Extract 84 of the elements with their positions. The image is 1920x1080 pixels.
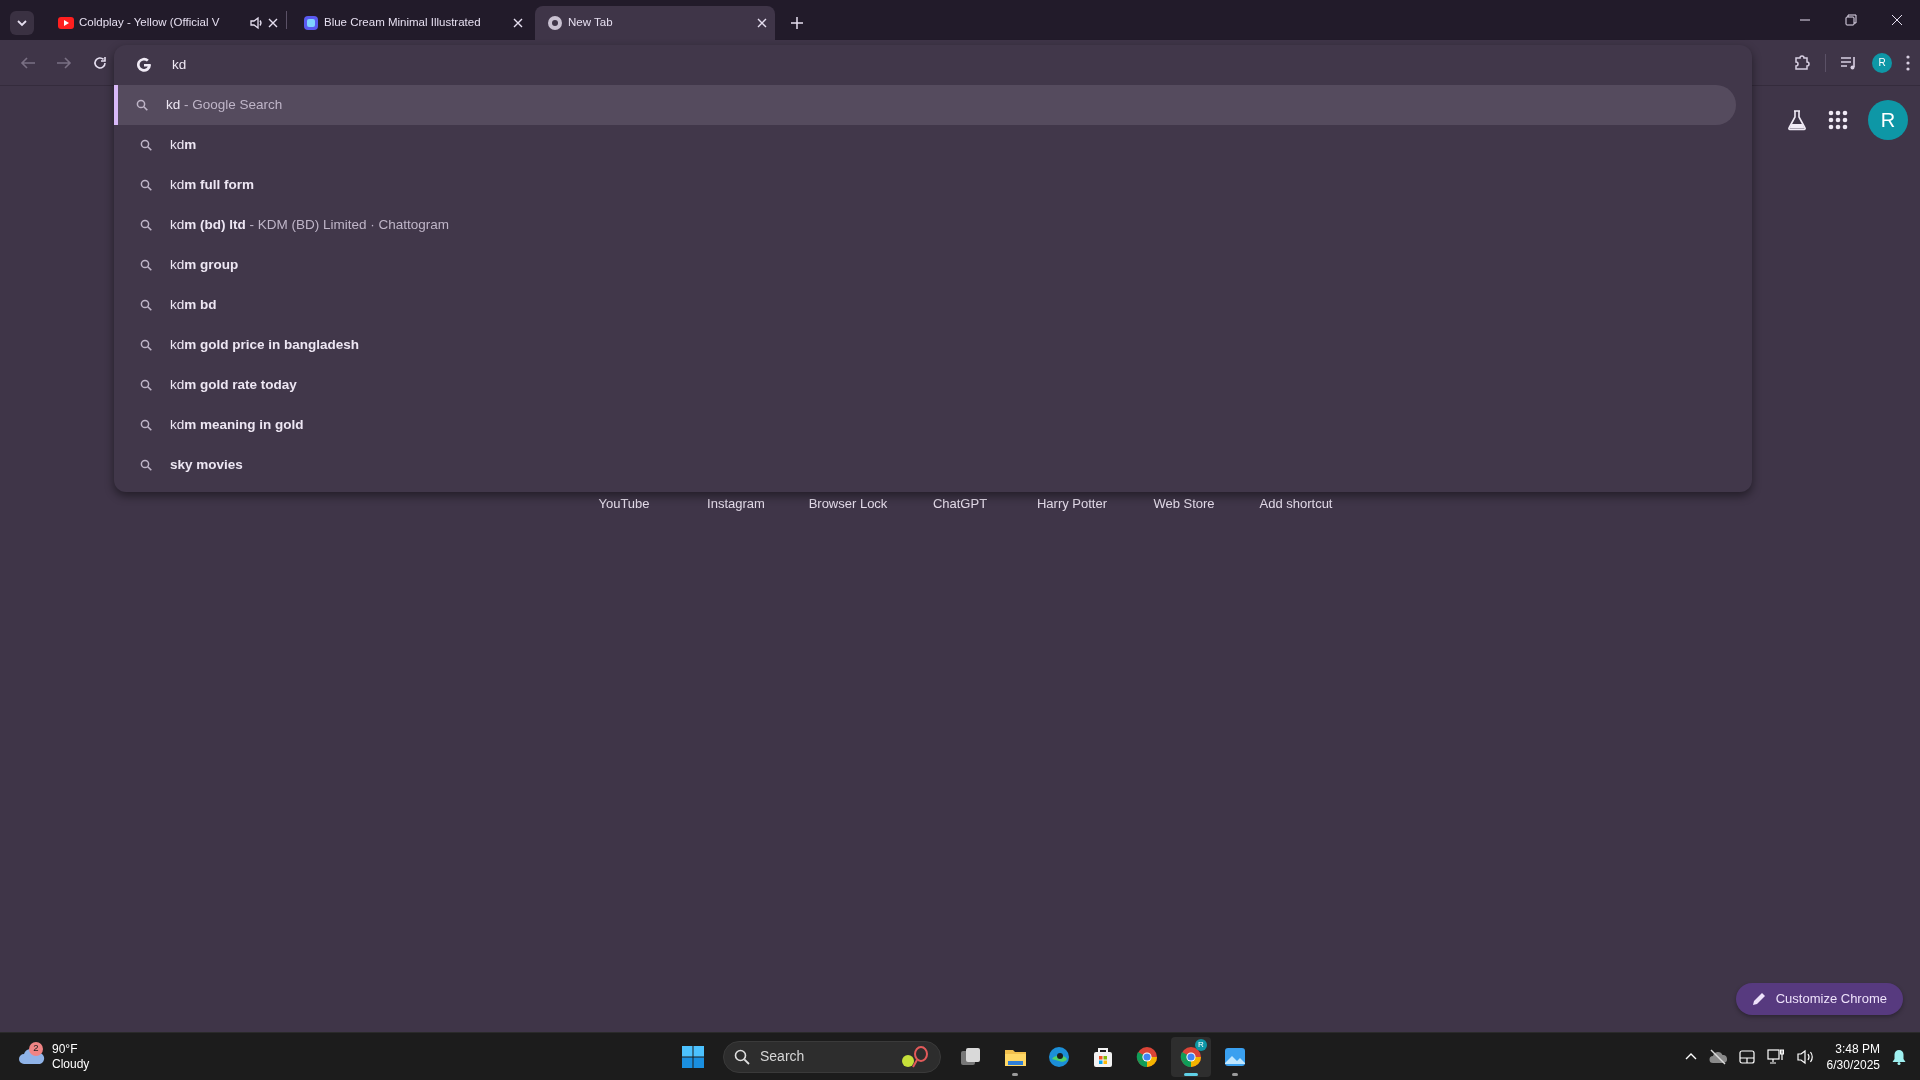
suggestion-row[interactable]: kdm group bbox=[114, 245, 1736, 285]
temperature-text: 90°F bbox=[52, 1041, 79, 1057]
back-arrow-icon bbox=[20, 54, 36, 71]
reload-icon bbox=[92, 54, 108, 71]
search-icon bbox=[140, 259, 152, 271]
close-icon bbox=[513, 18, 523, 28]
chrome-logo-icon bbox=[1180, 1045, 1202, 1068]
edge-logo-icon bbox=[1048, 1045, 1070, 1068]
close-tab-button[interactable] bbox=[513, 18, 523, 28]
network-icon[interactable] bbox=[1766, 1048, 1785, 1065]
search-engine-logo-icon bbox=[136, 57, 152, 73]
tennis-drawing bbox=[900, 1044, 930, 1069]
close-tab-button[interactable] bbox=[268, 18, 278, 28]
pencil-icon bbox=[1751, 992, 1766, 1006]
tab-search-button[interactable] bbox=[10, 11, 34, 35]
suggestion-row[interactable]: kdm (bd) ltd - KDM (BD) Limited · Chattogram bbox=[114, 205, 1736, 245]
shortcut-label[interactable]: Add shortcut bbox=[1240, 494, 1352, 514]
speaker-icon[interactable] bbox=[249, 16, 263, 30]
chrome-logo-icon bbox=[1136, 1045, 1158, 1068]
suggestion-row[interactable]: kdm gold rate today bbox=[114, 365, 1736, 405]
apps-grid-icon[interactable] bbox=[1828, 110, 1848, 130]
chevron-down-icon bbox=[16, 17, 28, 29]
suggestion-row[interactable]: kdm meaning in gold bbox=[114, 405, 1736, 445]
task-view-icon bbox=[960, 1045, 982, 1068]
search-icon bbox=[136, 99, 148, 111]
search-icon bbox=[140, 459, 152, 471]
shortcut-label[interactable]: Instagram bbox=[680, 494, 792, 514]
play-logo-icon bbox=[58, 15, 74, 31]
close-icon bbox=[1891, 14, 1903, 26]
tab-title: Coldplay - Yellow (Official V bbox=[79, 15, 221, 31]
shortcut-label[interactable]: Web Store bbox=[1128, 494, 1240, 514]
tab-title: New Tab bbox=[568, 15, 614, 31]
shortcut-label[interactable]: Browser Lock bbox=[792, 494, 904, 514]
app-logo-icon bbox=[303, 15, 319, 31]
shortcut-label[interactable]: YouTube bbox=[568, 494, 680, 514]
browser-tab[interactable]: Coldplay - Yellow (Official V bbox=[46, 6, 286, 40]
search-icon bbox=[140, 339, 152, 351]
shortcut-label[interactable]: Harry Potter bbox=[1016, 494, 1128, 514]
profile-avatar[interactable]: R bbox=[1872, 52, 1892, 73]
tab-title: Blue Cream Minimal Illustrated bbox=[324, 15, 482, 31]
volume-icon[interactable] bbox=[1796, 1048, 1815, 1065]
cloud-off-icon[interactable] bbox=[1708, 1048, 1727, 1065]
search-icon bbox=[140, 139, 152, 151]
search-icon bbox=[140, 179, 152, 191]
search-icon bbox=[734, 1048, 750, 1065]
browser-logo-icon bbox=[547, 15, 563, 31]
weather-condition: Cloudy bbox=[52, 1056, 90, 1072]
playlist-icon[interactable] bbox=[1840, 54, 1858, 71]
close-icon bbox=[757, 18, 767, 28]
suggestion-row[interactable]: sky movies bbox=[114, 445, 1736, 485]
menu-icon[interactable] bbox=[1906, 54, 1910, 71]
shopping-bag-icon bbox=[1092, 1045, 1114, 1068]
windows-logo-icon bbox=[682, 1045, 704, 1068]
search-icon bbox=[140, 299, 152, 311]
search-icon bbox=[140, 379, 152, 391]
flask-icon[interactable] bbox=[1786, 109, 1808, 131]
suggestion-row[interactable]: kdm gold price in bangladesh bbox=[114, 325, 1736, 365]
browser-tab[interactable]: Blue Cream Minimal Illustrated bbox=[291, 6, 531, 40]
taskbar-search-field[interactable]: Search bbox=[723, 1040, 941, 1073]
profile-avatar[interactable]: R bbox=[1868, 100, 1908, 140]
taskbar-app[interactable]: R bbox=[1171, 1036, 1211, 1077]
plus-icon bbox=[791, 17, 803, 29]
browser-tab[interactable]: New Tab bbox=[535, 6, 775, 40]
clock-time[interactable]: 3:48 PM bbox=[1826, 1040, 1880, 1057]
close-tab-button[interactable] bbox=[757, 18, 767, 28]
clock-date[interactable]: 6/30/2025 bbox=[1826, 1056, 1880, 1073]
search-icon bbox=[140, 419, 152, 431]
restore-icon bbox=[1845, 14, 1857, 26]
suggestion-row[interactable]: kdm full form bbox=[114, 165, 1736, 205]
forward-arrow-icon bbox=[56, 54, 72, 71]
photo-icon bbox=[1224, 1045, 1246, 1068]
close-icon bbox=[268, 18, 278, 28]
keyboard-icon[interactable] bbox=[1738, 1049, 1755, 1064]
puzzle-piece-icon[interactable] bbox=[1793, 53, 1811, 72]
address-input[interactable]: kd bbox=[170, 53, 1570, 77]
suggestion-row[interactable]: kdm bbox=[114, 125, 1736, 165]
suggestion-row[interactable]: kd - Google Search bbox=[114, 85, 1736, 125]
bell-icon[interactable] bbox=[1892, 1048, 1906, 1065]
suggestion-row[interactable]: kdm bd bbox=[114, 285, 1736, 325]
search-icon bbox=[140, 219, 152, 231]
notification-badge: 2 bbox=[29, 1041, 43, 1056]
shortcut-label[interactable]: ChatGPT bbox=[904, 494, 1016, 514]
profile-badge: R bbox=[1195, 1038, 1207, 1051]
customize-button[interactable]: Customize Chrome bbox=[1735, 983, 1903, 1015]
